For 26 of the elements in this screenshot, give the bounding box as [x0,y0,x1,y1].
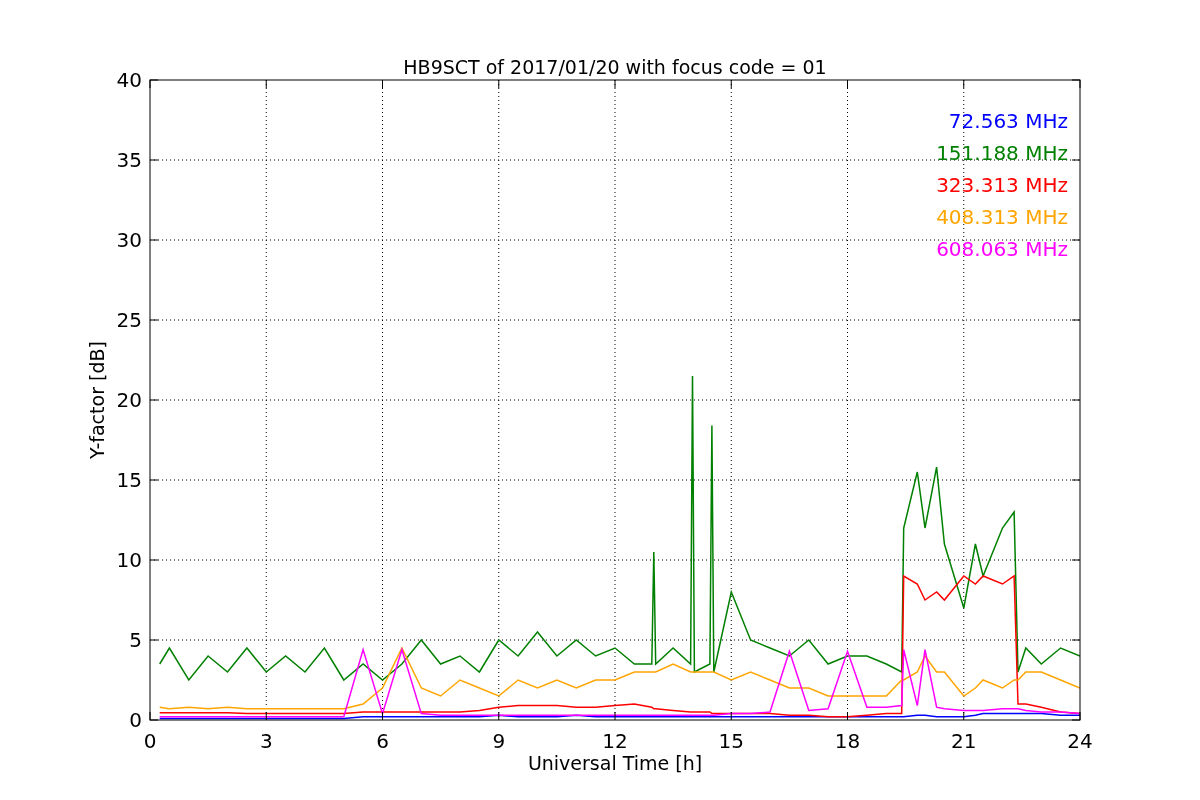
x-tick-label: 24 [1067,729,1093,753]
y-tick-label: 10 [116,548,142,572]
x-tick-label: 0 [143,729,157,753]
legend-label: 72.563 MHz [948,109,1068,133]
y-axis-label: Y-factor [dB] [86,341,108,459]
x-axis-label: Universal Time [h] [527,752,703,774]
x-tick-label: 21 [951,729,977,753]
x-tick-label: 3 [259,729,273,753]
x-tick-label: 15 [718,729,744,753]
y-tick-label: 5 [129,628,142,652]
x-tick-label: 12 [602,729,628,753]
legend-label: 408.313 MHz [936,205,1068,229]
y-tick-label: 30 [116,228,142,252]
y-tick-label: 35 [116,148,142,172]
y-tick-label: 40 [116,68,142,92]
x-tick-label: 6 [376,729,389,753]
x-tick-label: 9 [492,729,506,753]
x-tick-label: 18 [834,729,861,753]
legend-label: 608.063 MHz [936,237,1068,261]
y-tick-label: 20 [116,388,142,412]
y-tick-label: 0 [129,708,142,732]
chart-title: HB9SCT of 2017/01/20 with focus code = 01 [403,56,827,78]
legend-label: 151.188 MHz [936,141,1068,165]
legend-label: 323.313 MHz [936,173,1068,197]
y-tick-label: 15 [116,468,142,492]
y-tick-label: 25 [116,308,142,332]
